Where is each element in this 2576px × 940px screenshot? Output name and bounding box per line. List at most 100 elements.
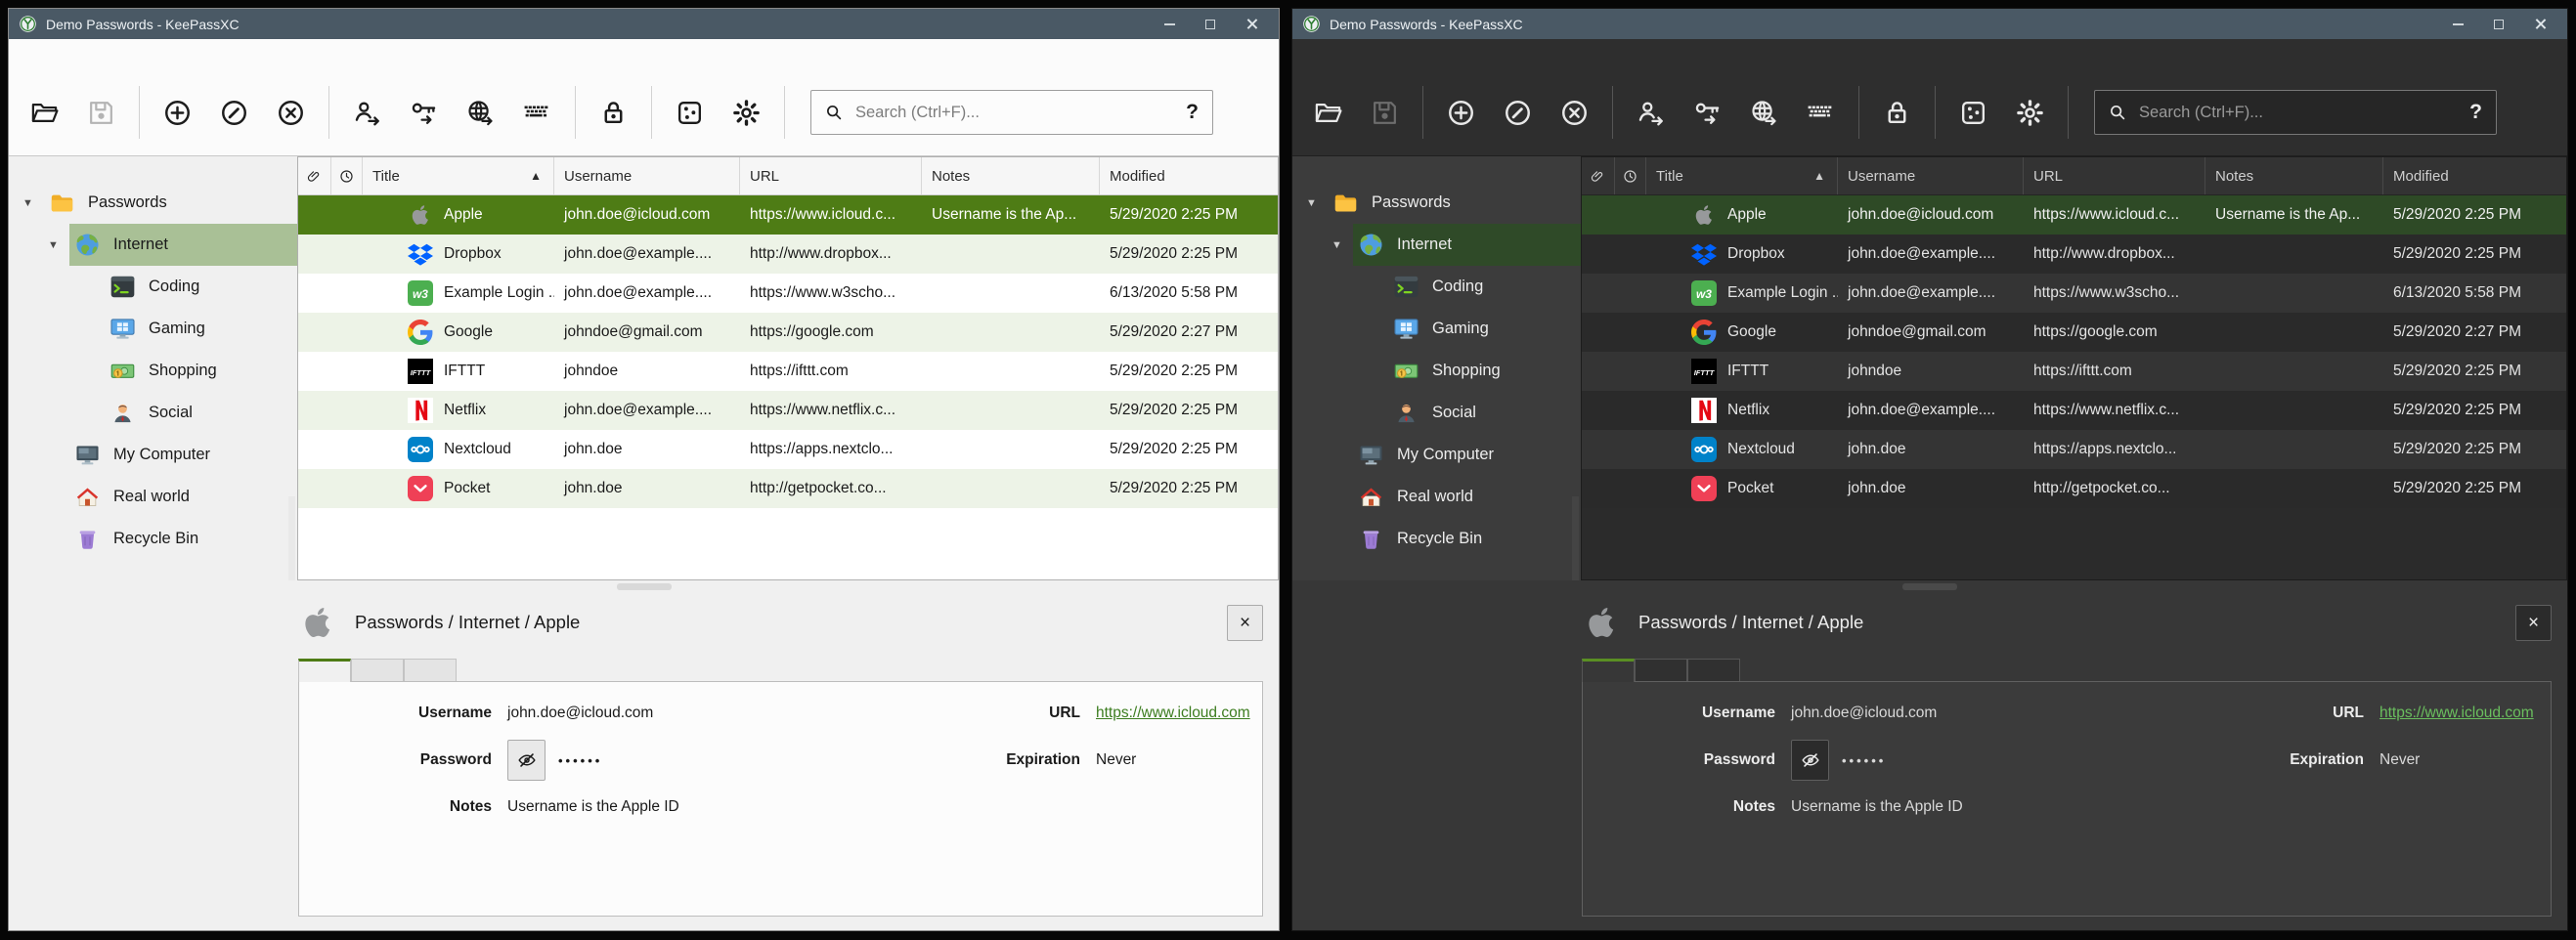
- search-input[interactable]: [853, 103, 1175, 123]
- caret-down-icon[interactable]: ▼: [1330, 239, 1353, 251]
- tree-item[interactable]: Shopping: [1292, 350, 1581, 392]
- entry-row[interactable]: Pocket john.doe http://getpocket.co... 5…: [298, 469, 1278, 508]
- url-link[interactable]: https://www.icloud.com: [2380, 705, 2534, 722]
- expiry-column-header[interactable]: [331, 157, 363, 194]
- maximize-button[interactable]: [1193, 9, 1228, 39]
- copy-password-button[interactable]: [400, 82, 448, 143]
- notes-column-header[interactable]: Notes: [922, 157, 1100, 194]
- caret-down-icon[interactable]: ▼: [21, 197, 44, 209]
- copy-username-button[interactable]: [1627, 82, 1675, 143]
- edit-entry-button[interactable]: [210, 82, 258, 143]
- entry-row[interactable]: Apple john.doe@icloud.com https://www.ic…: [1582, 195, 2566, 235]
- username-column-header[interactable]: Username: [1838, 157, 2024, 194]
- entry-row[interactable]: IFTTTIFTTT johndoe https://ifttt.com 5/2…: [298, 352, 1278, 391]
- tree-item[interactable]: Real world: [9, 476, 297, 518]
- url-link[interactable]: https://www.icloud.com: [1096, 705, 1250, 722]
- url-column-header[interactable]: URL: [2024, 157, 2205, 194]
- entry-row[interactable]: Dropbox john.doe@example.... http://www.…: [298, 235, 1278, 274]
- title-column-header[interactable]: Title▲: [1646, 157, 1838, 194]
- open-database-button[interactable]: [21, 82, 68, 143]
- copy-username-button[interactable]: [343, 82, 391, 143]
- settings-button[interactable]: [2006, 82, 2054, 143]
- tree-item[interactable]: Recycle Bin: [1292, 518, 1581, 560]
- tree-item[interactable]: Coding: [1292, 266, 1581, 308]
- copy-url-button[interactable]: [457, 82, 504, 143]
- preview-tab[interactable]: [1687, 659, 1740, 681]
- perform-autotype-button[interactable]: [513, 82, 561, 143]
- title-column-header[interactable]: Title▲: [363, 157, 554, 194]
- lock-database-button[interactable]: [589, 82, 637, 143]
- tree-item[interactable]: ▼ Passwords: [9, 182, 297, 224]
- password-generator-button[interactable]: [1949, 82, 1997, 143]
- entry-row[interactable]: Google johndoe@gmail.com https://google.…: [1582, 313, 2566, 352]
- tree-item[interactable]: Real world: [1292, 476, 1581, 518]
- search-help-button[interactable]: ?: [2467, 101, 2484, 124]
- preview-tab[interactable]: [1582, 659, 1635, 682]
- splitter-handle[interactable]: [1902, 583, 1957, 590]
- notes-column-header[interactable]: Notes: [2205, 157, 2383, 194]
- entry-row[interactable]: w3Example Login ... john.doe@example....…: [298, 274, 1278, 313]
- caret-down-icon[interactable]: ▼: [46, 239, 69, 251]
- preview-tab[interactable]: [351, 659, 404, 681]
- minimize-button[interactable]: [1152, 9, 1187, 39]
- entry-row[interactable]: Nextcloud john.doe https://apps.nextclo.…: [1582, 430, 2566, 469]
- preview-tab[interactable]: [404, 659, 457, 681]
- entry-row[interactable]: Netflix john.doe@example.... https://www…: [298, 391, 1278, 430]
- entry-row[interactable]: w3Example Login ... john.doe@example....…: [1582, 274, 2566, 313]
- settings-button[interactable]: [722, 82, 770, 143]
- save-database-button[interactable]: [77, 82, 125, 143]
- entry-row[interactable]: Google johndoe@gmail.com https://google.…: [298, 313, 1278, 352]
- expiry-column-header[interactable]: [1615, 157, 1646, 194]
- add-entry-button[interactable]: [1437, 82, 1485, 143]
- copy-password-button[interactable]: [1683, 82, 1731, 143]
- perform-autotype-button[interactable]: [1797, 82, 1845, 143]
- tree-item[interactable]: Shopping: [9, 350, 297, 392]
- tree-item[interactable]: My Computer: [9, 434, 297, 476]
- add-entry-button[interactable]: [153, 82, 201, 143]
- open-database-button[interactable]: [1304, 82, 1352, 143]
- delete-entry-button[interactable]: [267, 82, 315, 143]
- entry-row[interactable]: Dropbox john.doe@example.... http://www.…: [1582, 235, 2566, 274]
- close-button[interactable]: [1234, 9, 1269, 39]
- modified-column-header[interactable]: Modified: [2383, 157, 2566, 194]
- maximize-button[interactable]: [2481, 9, 2516, 39]
- preview-tab[interactable]: [1635, 659, 1687, 681]
- close-button[interactable]: [2522, 9, 2557, 39]
- toggle-password-button[interactable]: [507, 740, 546, 781]
- save-database-button[interactable]: [1361, 82, 1409, 143]
- search-help-button[interactable]: ?: [1184, 101, 1201, 124]
- tree-item[interactable]: Gaming: [1292, 308, 1581, 350]
- tree-item[interactable]: Coding: [9, 266, 297, 308]
- tree-item[interactable]: My Computer: [1292, 434, 1581, 476]
- copy-url-button[interactable]: [1740, 82, 1788, 143]
- entry-row[interactable]: Netflix john.doe@example.... https://www…: [1582, 391, 2566, 430]
- close-preview-button[interactable]: ×: [1227, 605, 1263, 641]
- minimize-button[interactable]: [2440, 9, 2475, 39]
- url-column-header[interactable]: URL: [740, 157, 922, 194]
- entry-row[interactable]: Pocket john.doe http://getpocket.co... 5…: [1582, 469, 2566, 508]
- username-column-header[interactable]: Username: [554, 157, 740, 194]
- attachment-column-header[interactable]: [298, 157, 331, 194]
- preview-tab[interactable]: [298, 659, 351, 682]
- lock-database-button[interactable]: [1873, 82, 1921, 143]
- entry-row[interactable]: IFTTTIFTTT johndoe https://ifttt.com 5/2…: [1582, 352, 2566, 391]
- edit-entry-button[interactable]: [1494, 82, 1542, 143]
- tree-item[interactable]: Social: [1292, 392, 1581, 434]
- tree-item[interactable]: ▼ Passwords: [1292, 182, 1581, 224]
- tree-item[interactable]: Social: [9, 392, 297, 434]
- attachment-column-header[interactable]: [1582, 157, 1615, 194]
- entry-row[interactable]: Nextcloud john.doe https://apps.nextclo.…: [298, 430, 1278, 469]
- search-input[interactable]: [2137, 103, 2459, 123]
- window-titlebar[interactable]: Demo Passwords - KeePassXC: [9, 9, 1279, 39]
- tree-item[interactable]: Recycle Bin: [9, 518, 297, 560]
- window-titlebar[interactable]: Demo Passwords - KeePassXC: [1292, 9, 2567, 39]
- toggle-password-button[interactable]: [1791, 740, 1829, 781]
- tree-item[interactable]: ▼ Internet: [9, 224, 297, 266]
- delete-entry-button[interactable]: [1550, 82, 1598, 143]
- splitter-handle[interactable]: [617, 583, 672, 590]
- tree-item[interactable]: ▼ Internet: [1292, 224, 1581, 266]
- password-generator-button[interactable]: [666, 82, 714, 143]
- modified-column-header[interactable]: Modified: [1100, 157, 1278, 194]
- close-preview-button[interactable]: ×: [2515, 605, 2552, 641]
- caret-down-icon[interactable]: ▼: [1304, 197, 1328, 209]
